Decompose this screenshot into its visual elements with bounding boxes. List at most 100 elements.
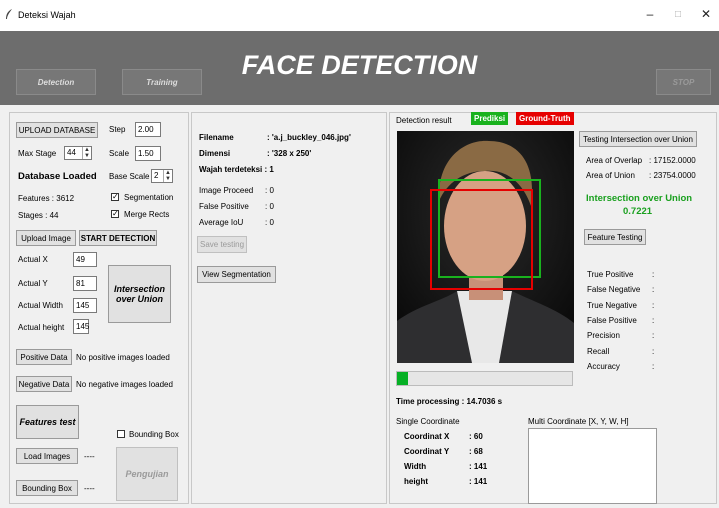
detection-tab-button[interactable]: Detection bbox=[16, 69, 96, 95]
metric-value: : bbox=[652, 285, 655, 295]
segmentation-checkbox[interactable]: ✓ bbox=[111, 193, 119, 201]
metric-value: : bbox=[652, 331, 655, 341]
feather-icon bbox=[6, 9, 12, 19]
metric-label: True Positive bbox=[587, 270, 634, 279]
features-count: Features : 3612 bbox=[18, 194, 75, 203]
multi-coordinate-textarea[interactable] bbox=[528, 428, 657, 504]
metric-value: : bbox=[652, 346, 655, 356]
actual-width-label: Actual Width bbox=[18, 301, 63, 310]
average-iou-label: Average IoU bbox=[199, 218, 244, 227]
metric-value: : bbox=[652, 270, 655, 279]
metric-label: Accuracy bbox=[587, 361, 620, 371]
maximize-button[interactable]: □ bbox=[668, 9, 688, 20]
scale-label: Scale bbox=[109, 149, 130, 158]
step-label: Step bbox=[109, 125, 126, 134]
faces-detected: Wajah terdeteksi : 1 bbox=[199, 165, 274, 174]
spin-arrows-icon[interactable]: ▲ ▼ bbox=[163, 170, 172, 182]
max-stage-value: 44 bbox=[67, 148, 76, 157]
detection-result-label: Detection result bbox=[396, 116, 452, 125]
merge-rects-checkbox[interactable]: ✓ bbox=[111, 210, 119, 218]
max-stage-spinbox[interactable]: 44 ▲ ▼ bbox=[64, 146, 92, 160]
metric-label: False Positive bbox=[587, 315, 637, 325]
features-test-button[interactable]: Features test bbox=[16, 405, 79, 439]
close-button[interactable]: ✕ bbox=[696, 7, 716, 21]
negative-data-status: No negative images loaded bbox=[76, 380, 173, 389]
image-proceed-label: Image Proceed bbox=[199, 186, 254, 195]
dimensi-label: Dimensi bbox=[199, 149, 231, 158]
time-processing: Time processing : 14.7036 s bbox=[396, 397, 503, 406]
actual-height-label: Actual height bbox=[18, 323, 65, 332]
database-status: Database Loaded bbox=[18, 171, 97, 182]
multi-coordinate-label: Multi Coordinate [X, Y, W, H] bbox=[528, 417, 629, 426]
area-overlap-value: : 17152.0000 bbox=[649, 156, 696, 165]
height-value: : 141 bbox=[469, 477, 488, 486]
detection-image bbox=[397, 131, 574, 363]
title-bar: Deteksi Wajah – □ ✕ bbox=[0, 0, 719, 31]
bounding-box-status: ---- bbox=[84, 484, 95, 493]
height-label: height bbox=[404, 477, 428, 486]
coord-y-label: Coordinat Y bbox=[404, 447, 450, 456]
metric-label: Recall bbox=[587, 346, 610, 356]
bounding-box-checkbox[interactable] bbox=[117, 430, 125, 438]
view-segmentation-button[interactable]: View Segmentation bbox=[197, 266, 276, 283]
pengujian-button[interactable]: Pengujian bbox=[116, 447, 178, 501]
coord-x-label: Coordinat X bbox=[404, 432, 450, 441]
segmentation-label: Segmentation bbox=[124, 193, 174, 202]
false-positive-value: : 0 bbox=[265, 202, 274, 211]
bounding-box-button[interactable]: Bounding Box bbox=[16, 480, 78, 496]
page-title: FACE DETECTION bbox=[241, 50, 478, 80]
metric-value: : bbox=[652, 361, 655, 371]
start-detection-button[interactable]: START DETECTION bbox=[79, 230, 157, 246]
progress-bar bbox=[396, 371, 573, 386]
metric-label: Precision bbox=[587, 331, 620, 341]
scale-input[interactable]: 1.50 bbox=[135, 146, 161, 161]
stages-count: Stages : 44 bbox=[18, 211, 59, 220]
training-tab-button[interactable]: Training bbox=[122, 69, 202, 95]
positive-data-status: No positive images loaded bbox=[76, 353, 170, 362]
actual-height-input[interactable]: 145 bbox=[73, 319, 89, 334]
positive-data-button[interactable]: Positive Data bbox=[16, 349, 72, 365]
metric-value: : bbox=[652, 300, 655, 310]
width-label: Width bbox=[404, 462, 427, 471]
load-images-button[interactable]: Load Images bbox=[16, 448, 78, 464]
upload-image-button[interactable]: Upload Image bbox=[16, 230, 76, 246]
actual-x-input[interactable]: 49 bbox=[73, 252, 97, 267]
iou-result-title: Intersection over Union bbox=[586, 193, 693, 204]
step-input[interactable]: 2.00 bbox=[135, 122, 161, 137]
face-shape bbox=[444, 171, 526, 281]
metric-value: : bbox=[652, 315, 655, 325]
window-title: Deteksi Wajah bbox=[18, 10, 76, 20]
stop-button[interactable]: STOP bbox=[656, 69, 711, 95]
metric-label: False Negative bbox=[587, 285, 641, 295]
dimensi-value: : '328 x 250' bbox=[267, 149, 312, 158]
metric-label: True Negative bbox=[587, 300, 637, 310]
area-union-label: Area of Union bbox=[586, 171, 635, 180]
save-testing-button[interactable]: Save testing bbox=[197, 236, 247, 253]
actual-y-label: Actual Y bbox=[18, 279, 48, 288]
load-images-status: ---- bbox=[84, 452, 95, 461]
minimize-button[interactable]: – bbox=[640, 7, 660, 21]
iou-result-value: 0.7221 bbox=[623, 206, 653, 217]
filename-label: Filename bbox=[199, 133, 234, 142]
spin-arrows-icon[interactable]: ▲ ▼ bbox=[82, 147, 91, 159]
area-overlap-label: Area of Overlap bbox=[586, 156, 643, 165]
false-positive-label: False Positive bbox=[199, 202, 249, 211]
max-stage-label: Max Stage bbox=[18, 149, 57, 158]
progress-fill bbox=[397, 372, 408, 385]
base-scale-label: Base Scale bbox=[109, 172, 150, 181]
feature-testing-button[interactable]: Feature Testing bbox=[584, 229, 646, 245]
coord-y-value: : 68 bbox=[469, 447, 483, 456]
coord-x-value: : 60 bbox=[469, 432, 483, 441]
bounding-box-label: Bounding Box bbox=[129, 430, 179, 439]
upload-database-button[interactable]: UPLOAD DATABASE bbox=[16, 122, 98, 138]
filename-value: : 'a.j_buckley_046.jpg' bbox=[267, 133, 351, 142]
base-scale-spinbox[interactable]: 2 ▲ ▼ bbox=[151, 169, 173, 183]
actual-width-input[interactable]: 145 bbox=[73, 298, 97, 313]
negative-data-button[interactable]: Negative Data bbox=[16, 376, 72, 392]
iou-button[interactable]: Intersection over Union bbox=[108, 265, 171, 323]
actual-x-label: Actual X bbox=[18, 255, 48, 264]
image-proceed-value: : 0 bbox=[265, 186, 274, 195]
actual-y-input[interactable]: 81 bbox=[73, 276, 97, 291]
testing-iou-button[interactable]: Testing Intersection over Union bbox=[579, 131, 697, 147]
area-union-value: : 23754.0000 bbox=[649, 171, 696, 180]
